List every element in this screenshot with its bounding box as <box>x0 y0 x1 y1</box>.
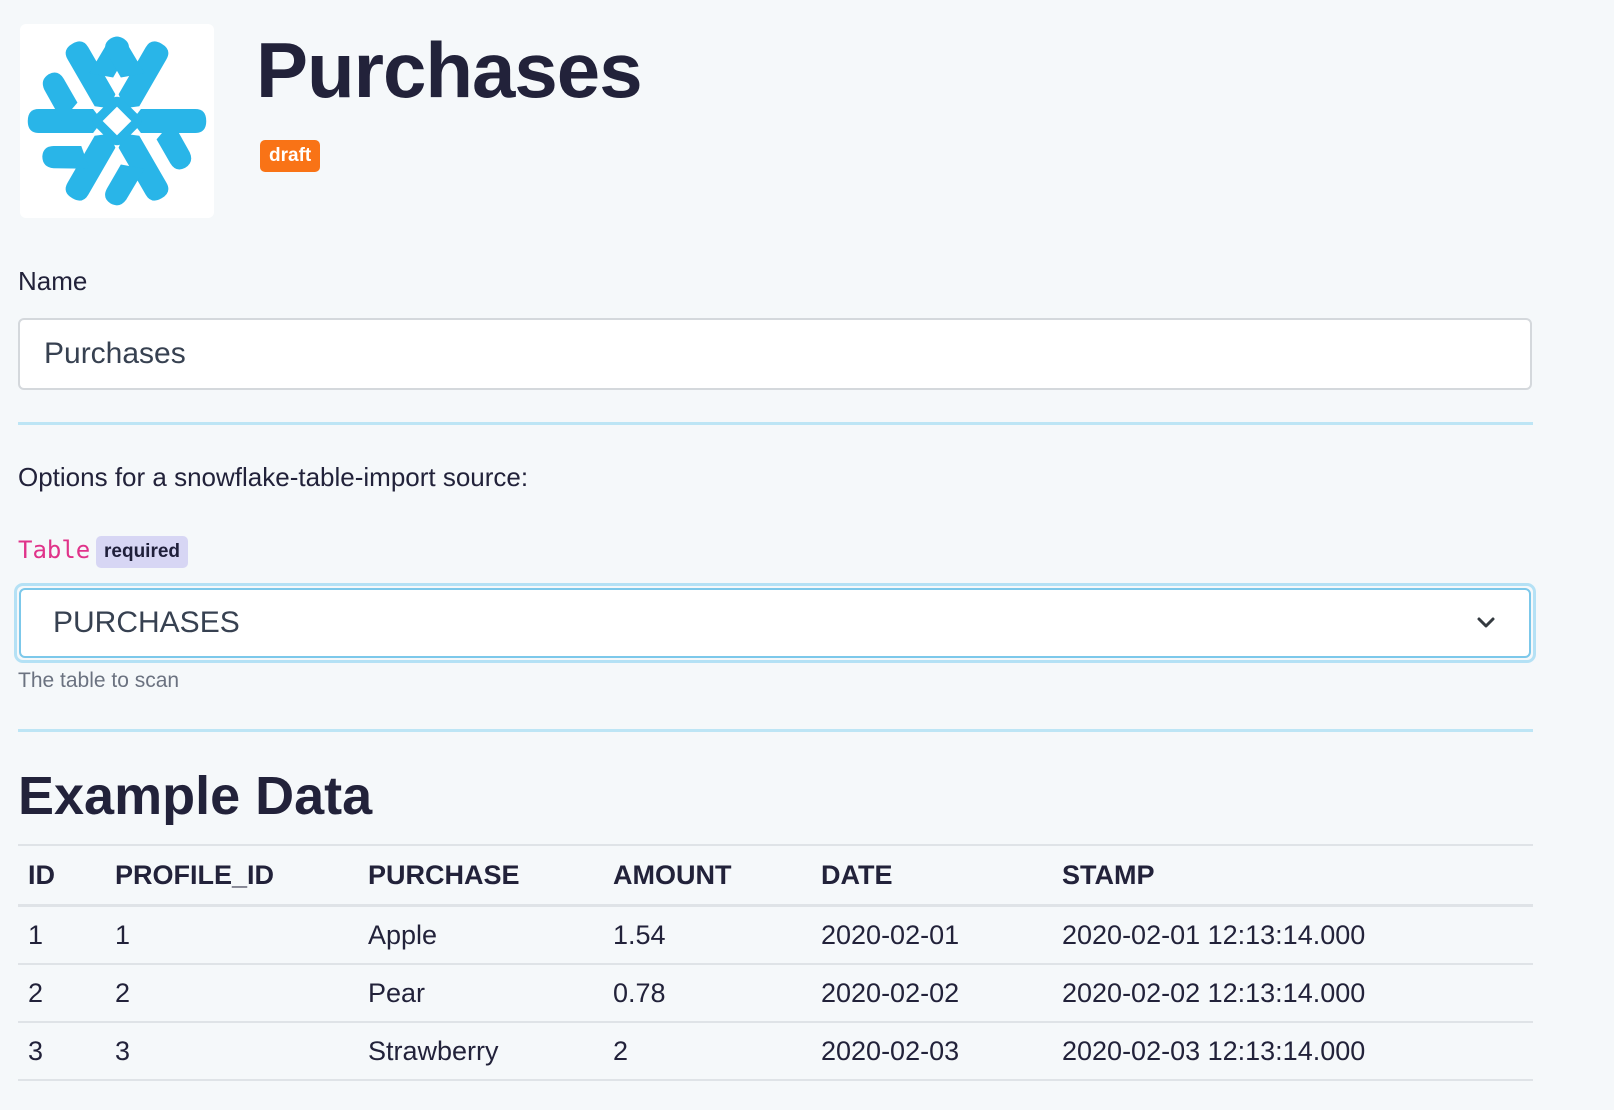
table-row: 1 1 Apple 1.54 2020-02-01 2020-02-01 12:… <box>18 905 1533 965</box>
table-select[interactable]: PURCHASES <box>19 588 1531 658</box>
table-cell: 2 <box>18 964 105 1023</box>
table-cell: 2 <box>105 964 358 1023</box>
column-header: AMOUNT <box>603 844 811 907</box>
table-cell: 1 <box>18 905 105 965</box>
source-edit-page: Purchases draft Name Options for a snowf… <box>0 0 1614 1110</box>
table-cell: 2 <box>603 1022 811 1081</box>
table-cell: Apple <box>358 905 603 965</box>
table-cell: 2020-02-03 12:13:14.000 <box>1052 1022 1533 1081</box>
table-cell: 2020-02-02 12:13:14.000 <box>1052 964 1533 1023</box>
table-cell: 2020-02-03 <box>811 1022 1052 1081</box>
name-input[interactable] <box>18 318 1532 390</box>
example-data-title: Example Data <box>18 766 373 826</box>
table-cell: 3 <box>18 1022 105 1081</box>
table-row: 2 2 Pear 0.78 2020-02-02 2020-02-02 12:1… <box>18 964 1533 1023</box>
snowflake-logo <box>20 24 214 218</box>
column-header: PURCHASE <box>358 844 603 907</box>
table-field-label: Table <box>18 536 91 564</box>
example-data-table: ID PROFILE_ID PURCHASE AMOUNT DATE STAMP… <box>18 844 1533 1081</box>
table-help-text: The table to scan <box>18 669 180 692</box>
status-badge: draft <box>260 140 321 172</box>
table-cell: 2020-02-01 <box>811 905 1052 965</box>
table-cell: 2020-02-02 <box>811 964 1052 1023</box>
table-cell: 2020-02-01 12:13:14.000 <box>1052 905 1533 965</box>
table-header-row: ID PROFILE_ID PURCHASE AMOUNT DATE STAMP <box>18 844 1533 907</box>
table-cell: 3 <box>105 1022 358 1081</box>
column-header: STAMP <box>1052 844 1533 907</box>
table-select-focus-ring: PURCHASES <box>14 583 1536 663</box>
section-divider <box>18 422 1533 425</box>
column-header: ID <box>18 844 105 907</box>
chevron-down-icon <box>1475 612 1497 634</box>
table-select-value: PURCHASES <box>53 606 240 639</box>
column-header: DATE <box>811 844 1052 907</box>
section-divider <box>18 729 1533 732</box>
table-cell: 1 <box>105 905 358 965</box>
table-row: 3 3 Strawberry 2 2020-02-03 2020-02-03 1… <box>18 1022 1533 1081</box>
snowflake-icon <box>27 29 207 213</box>
options-description: Options for a snowflake-table-import sou… <box>18 462 529 492</box>
table-cell: 0.78 <box>603 964 811 1023</box>
page-title: Purchases <box>256 26 643 114</box>
name-label: Name <box>18 266 88 296</box>
table-cell: Strawberry <box>358 1022 603 1081</box>
column-header: PROFILE_ID <box>105 844 358 907</box>
table-cell: 1.54 <box>603 905 811 965</box>
table-cell: Pear <box>358 964 603 1023</box>
required-badge: required <box>96 536 189 568</box>
